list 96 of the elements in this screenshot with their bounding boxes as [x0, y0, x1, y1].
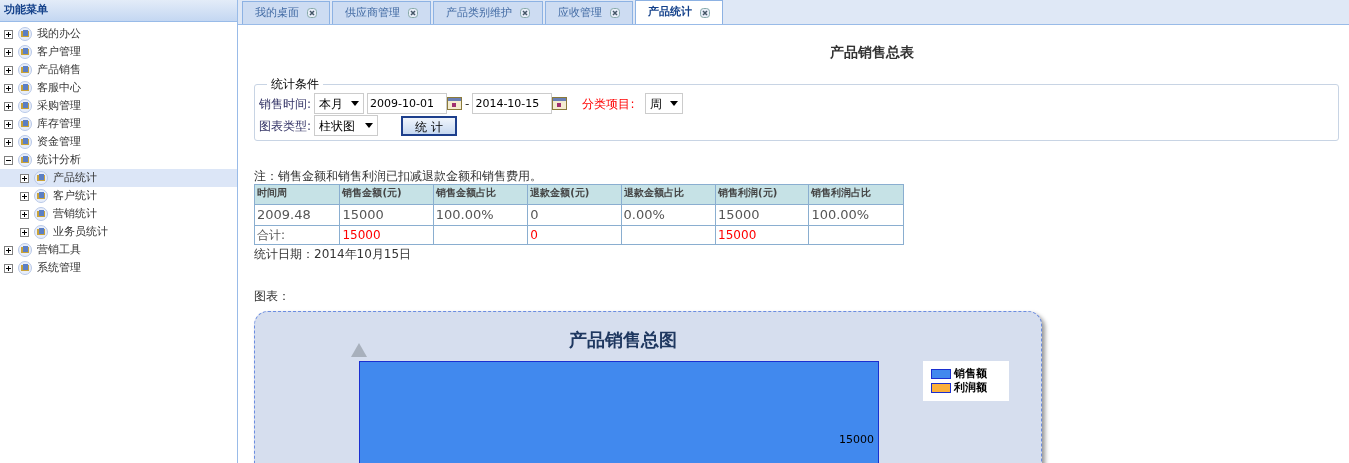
end-date-field[interactable]: 2014-10-15	[472, 93, 553, 114]
folder-icon	[33, 189, 49, 203]
expand-icon[interactable]	[4, 263, 13, 273]
table-cell: 合计:	[254, 225, 340, 244]
conditions-legend: 统计条件	[267, 75, 323, 93]
calendar-icon[interactable]	[447, 97, 463, 110]
expand-icon[interactable]	[4, 137, 13, 147]
legend-label: 销售额	[954, 367, 987, 380]
axis-arrow-icon	[351, 342, 367, 357]
column-header: 销售金额(元)	[339, 184, 434, 205]
tree-item[interactable]: 产品销售	[0, 61, 237, 79]
tree-item[interactable]: 业务员统计	[0, 223, 237, 241]
table-cell: 0	[527, 204, 622, 225]
tree-item[interactable]: 营销工具	[0, 241, 237, 259]
close-icon[interactable]	[408, 8, 418, 18]
page-title: 产品销售总表	[828, 43, 915, 62]
tree-item[interactable]: 库存管理	[0, 115, 237, 133]
folder-icon	[17, 243, 33, 257]
category-label: 分类项目:	[582, 95, 635, 113]
tree-item[interactable]: 统计分析	[0, 151, 237, 169]
chart-type-label: 图表类型:	[259, 117, 312, 135]
bar-value-label: 15000	[839, 431, 874, 448]
expand-icon[interactable]	[4, 29, 13, 39]
tab[interactable]: 应收管理	[545, 1, 633, 24]
column-header: 退款金额占比	[621, 184, 716, 205]
legend-label: 利润额	[954, 381, 987, 394]
category-select[interactable]: 周	[645, 93, 684, 114]
column-header: 销售利润(元)	[715, 184, 809, 205]
caret-icon	[365, 123, 374, 128]
tab[interactable]: 产品类别维护	[433, 1, 543, 24]
note-text: 注：销售金额和销售利润已扣减退款金额和销售费用。	[254, 169, 543, 184]
tree-item[interactable]: 客服中心	[0, 79, 237, 97]
table-cell: 15000	[715, 225, 809, 244]
close-icon[interactable]	[520, 8, 530, 18]
folder-icon	[17, 117, 33, 131]
folder-icon	[33, 171, 49, 185]
table-cell: 100.00%	[808, 204, 904, 225]
table-cell: 0.00%	[621, 204, 716, 225]
table-cell: 2009.48	[254, 204, 340, 225]
folder-icon	[33, 207, 49, 221]
close-icon[interactable]	[700, 7, 710, 18]
statistics-date: 统计日期：2014年10月15日	[254, 245, 413, 263]
table-cell: 15000	[715, 204, 809, 225]
time-label: 销售时间:	[259, 95, 312, 113]
folder-icon	[17, 153, 33, 167]
folder-icon	[17, 99, 33, 113]
tree-item[interactable]: 资金管理	[0, 133, 237, 151]
tree-item[interactable]: 产品统计	[0, 169, 237, 187]
folder-icon	[17, 81, 33, 95]
folder-icon	[33, 225, 49, 239]
column-header: 销售利润占比	[808, 184, 904, 205]
table-cell: 15000	[339, 204, 434, 225]
expand-icon[interactable]	[4, 83, 13, 93]
table-cell: 15000	[339, 225, 434, 244]
expand-icon[interactable]	[4, 245, 13, 255]
expand-icon[interactable]	[20, 209, 29, 219]
tree-item[interactable]: 系统管理	[0, 259, 237, 277]
chart-title: 产品销售总图	[569, 327, 677, 352]
expand-icon[interactable]	[4, 47, 13, 57]
folder-icon	[17, 27, 33, 41]
tree-item[interactable]: 采购管理	[0, 97, 237, 115]
caret-icon	[670, 101, 679, 106]
chart-type-select[interactable]: 柱状图	[314, 115, 379, 136]
close-icon[interactable]	[610, 8, 620, 18]
expand-icon[interactable]	[20, 173, 29, 183]
column-header: 时间周	[254, 184, 340, 205]
tree-item[interactable]: 客户统计	[0, 187, 237, 205]
folder-icon	[17, 63, 33, 77]
collapse-icon[interactable]	[4, 155, 13, 165]
expand-icon[interactable]	[4, 119, 13, 129]
expand-icon[interactable]	[4, 101, 13, 111]
date-separator: -	[465, 95, 470, 113]
folder-icon	[17, 261, 33, 275]
caret-icon	[351, 101, 360, 106]
folder-icon	[17, 135, 33, 149]
tree-item[interactable]: 客户管理	[0, 43, 237, 61]
table-cell: 0	[527, 225, 622, 244]
submit-button[interactable]: 统 计	[401, 115, 457, 136]
close-icon[interactable]	[307, 8, 317, 18]
column-header: 销售金额占比	[433, 184, 528, 205]
expand-icon[interactable]	[4, 65, 13, 75]
calendar-icon[interactable]	[552, 97, 568, 110]
tree-item[interactable]: 营销统计	[0, 205, 237, 223]
expand-icon[interactable]	[20, 227, 29, 237]
table-cell: 100.00%	[433, 204, 528, 225]
period-select[interactable]: 本月	[314, 93, 365, 114]
tree-item[interactable]: 我的办公	[0, 25, 237, 43]
folder-icon	[17, 45, 33, 59]
expand-icon[interactable]	[20, 191, 29, 201]
tab[interactable]: 供应商管理	[332, 1, 431, 24]
sidebar-title: 功能菜单	[0, 0, 237, 22]
chart-label: 图表：	[254, 287, 291, 305]
tab[interactable]: 产品统计	[635, 0, 723, 24]
tab[interactable]: 我的桌面	[242, 1, 330, 24]
column-header: 退款金额(元)	[527, 184, 622, 205]
start-date-field[interactable]: 2009-10-01	[367, 93, 448, 114]
